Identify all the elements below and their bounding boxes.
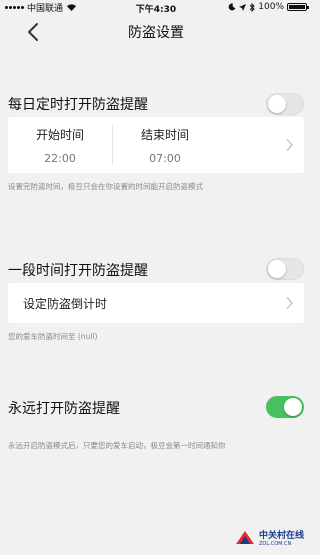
zol-watermark: 中关村在线 ZOL.COM.CN bbox=[234, 528, 304, 547]
end-time-label: 结束时间 bbox=[140, 128, 189, 142]
page-title: 防盗设置 bbox=[128, 25, 184, 41]
start-time-value: 22:00 bbox=[44, 152, 76, 165]
period-alert-title: 一段时间打开防盗提醒 bbox=[8, 263, 148, 279]
countdown-row[interactable]: 设定防盗倒计时 bbox=[8, 283, 304, 323]
watermark-cn: 中关村在线 bbox=[258, 531, 304, 541]
start-time-label: 开始时间 bbox=[35, 128, 84, 142]
start-time-cell[interactable]: 开始时间 22:00 bbox=[8, 117, 112, 173]
zol-logo-icon bbox=[235, 530, 254, 544]
daily-alert-toggle[interactable] bbox=[266, 93, 304, 115]
end-time-cell[interactable]: 结束时间 07:00 bbox=[113, 117, 217, 173]
period-alert-hint: 您的爱车防盗时间至 (null) bbox=[8, 332, 98, 341]
toggle-knob bbox=[268, 95, 286, 113]
watermark-en: ZOL.COM.CN bbox=[258, 541, 292, 547]
forever-alert-hint: 永远开启防盗模式后，只要您的爱车启动，极豆会第一时间通知你 bbox=[8, 441, 226, 450]
daily-alert-hint: 设置完防盗时间，极豆只会在你设置的时间能开启防盗模式 bbox=[8, 182, 203, 191]
toggle-knob bbox=[268, 260, 286, 278]
forever-alert-title: 永远打开防盗提醒 bbox=[8, 401, 120, 417]
period-alert-toggle[interactable] bbox=[266, 258, 304, 280]
battery-icon bbox=[287, 3, 309, 11]
toggle-knob bbox=[284, 398, 302, 416]
chevron-left-icon[interactable] bbox=[24, 21, 44, 43]
end-time-value: 07:00 bbox=[149, 152, 181, 165]
chevron-right-icon[interactable] bbox=[285, 138, 294, 152]
nav-bar: 防盗设置 bbox=[0, 14, 312, 50]
watermark-text: 中关村在线 ZOL.COM.CN bbox=[259, 528, 304, 547]
time-range-card: 开始时间 22:00 结束时间 07:00 bbox=[8, 117, 304, 173]
forever-alert-toggle[interactable] bbox=[266, 396, 304, 418]
chevron-right-icon bbox=[286, 297, 293, 309]
daily-alert-title: 每日定时打开防盗提醒 bbox=[8, 97, 148, 113]
countdown-label: 设定防盗倒计时 bbox=[23, 297, 108, 311]
status-bar: 中国联通 下午4:30 100% bbox=[0, 0, 312, 15]
battery-fill bbox=[289, 5, 305, 9]
